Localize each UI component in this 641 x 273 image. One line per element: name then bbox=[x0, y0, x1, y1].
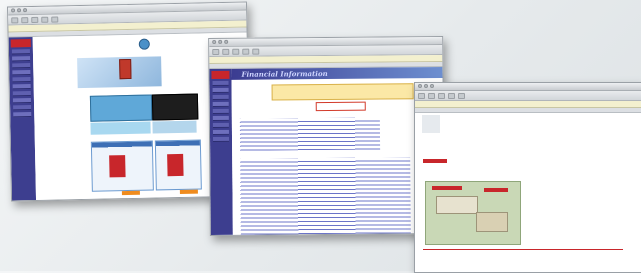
site-sidebar bbox=[209, 68, 233, 236]
sidebar-item[interactable] bbox=[212, 115, 229, 121]
reload-icon[interactable] bbox=[448, 92, 455, 99]
home-icon[interactable] bbox=[252, 48, 260, 55]
sidebar-item[interactable] bbox=[12, 98, 32, 104]
panel-info-1[interactable] bbox=[90, 121, 151, 135]
sidebar-item[interactable] bbox=[12, 56, 31, 62]
home-icon[interactable] bbox=[51, 15, 59, 23]
back-icon[interactable] bbox=[11, 16, 19, 23]
sidebar-item[interactable] bbox=[212, 94, 229, 100]
window-controls[interactable] bbox=[11, 8, 28, 13]
window-title bbox=[209, 37, 442, 39]
page-content bbox=[415, 113, 641, 272]
sidebar-item[interactable] bbox=[212, 87, 229, 93]
page-heading: Financial Information bbox=[241, 68, 328, 79]
sidebar-item[interactable] bbox=[212, 108, 229, 114]
forward-icon[interactable] bbox=[21, 16, 29, 23]
window-titlebar[interactable] bbox=[415, 83, 641, 91]
sidebar-item[interactable] bbox=[12, 77, 31, 83]
sidebar-item[interactable] bbox=[212, 122, 229, 128]
caption-divider bbox=[423, 249, 623, 250]
reload-icon[interactable] bbox=[242, 48, 250, 55]
sidebar-item[interactable] bbox=[213, 136, 230, 142]
sidebar-item[interactable] bbox=[212, 80, 229, 86]
sidebar-item[interactable] bbox=[212, 101, 229, 107]
logo-mark bbox=[423, 159, 447, 163]
window-controls[interactable] bbox=[212, 39, 229, 44]
stop-icon[interactable] bbox=[438, 92, 445, 99]
window-title bbox=[8, 3, 246, 8]
back-icon[interactable] bbox=[212, 48, 220, 55]
building-block bbox=[476, 212, 508, 232]
browser-window-company-overview[interactable] bbox=[414, 82, 641, 273]
forward-icon[interactable] bbox=[222, 48, 230, 55]
sidebar-item[interactable] bbox=[12, 63, 31, 69]
browser-toolbar bbox=[415, 91, 641, 101]
site-logo[interactable] bbox=[10, 39, 31, 48]
address-bar[interactable] bbox=[415, 101, 641, 108]
nav-table[interactable] bbox=[271, 83, 414, 101]
sidebar-item[interactable] bbox=[212, 129, 229, 135]
forklift-product-image bbox=[109, 155, 126, 178]
forklift-product-image bbox=[167, 153, 184, 177]
sidebar-item[interactable] bbox=[12, 91, 31, 97]
section-list-2 bbox=[240, 157, 411, 237]
site-sidebar bbox=[8, 37, 37, 201]
building-block bbox=[436, 196, 478, 214]
stop-icon[interactable] bbox=[31, 16, 39, 23]
forklift-image bbox=[119, 58, 132, 80]
site-logo[interactable] bbox=[211, 70, 230, 80]
forward-icon[interactable] bbox=[428, 92, 435, 99]
sidebar-item[interactable] bbox=[13, 105, 32, 111]
page-content: Financial Information bbox=[209, 66, 444, 237]
browser-window-financial[interactable]: Financial Information bbox=[208, 35, 445, 237]
detail-button[interactable] bbox=[121, 190, 140, 196]
sidebar-item[interactable] bbox=[11, 49, 30, 55]
logo-block bbox=[422, 115, 440, 133]
panel-online[interactable] bbox=[89, 94, 153, 122]
reload-icon[interactable] bbox=[41, 16, 49, 23]
facility-map-image bbox=[425, 181, 521, 245]
section-list-1 bbox=[239, 117, 381, 151]
panel-onsite[interactable] bbox=[151, 93, 199, 121]
financial-header-banner: Financial Information bbox=[231, 66, 443, 80]
corporate-emblem bbox=[138, 38, 150, 50]
back-icon[interactable] bbox=[418, 92, 425, 99]
sidebar-item[interactable] bbox=[13, 112, 32, 118]
map-label bbox=[484, 188, 508, 192]
sidebar-item[interactable] bbox=[12, 70, 31, 76]
window-controls[interactable] bbox=[418, 84, 434, 88]
home-icon[interactable] bbox=[458, 92, 465, 99]
map-label bbox=[432, 186, 462, 190]
detail-button[interactable] bbox=[179, 189, 198, 194]
sidebar-item[interactable] bbox=[12, 84, 31, 90]
highlight-notice[interactable] bbox=[315, 101, 366, 112]
panel-info-2[interactable] bbox=[152, 120, 197, 134]
stop-icon[interactable] bbox=[232, 48, 240, 55]
